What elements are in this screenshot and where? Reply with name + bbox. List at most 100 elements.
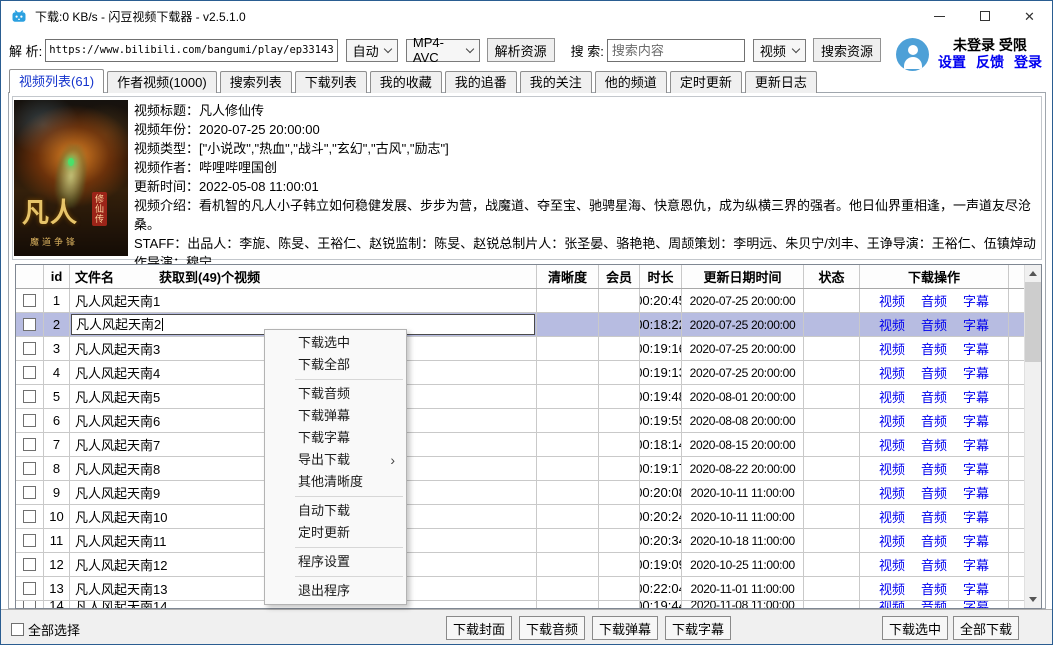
download-subtitle-link[interactable]: 字幕 bbox=[963, 555, 989, 574]
minimize-button[interactable] bbox=[917, 1, 962, 31]
table-row[interactable]: 11 凡人风起天南11 00:20:34 2020-10-18 11:00:00… bbox=[16, 529, 1041, 553]
context-menu-item[interactable]: 自动下载 bbox=[265, 500, 406, 522]
search-resource-button[interactable]: 搜索资源 bbox=[813, 38, 881, 62]
scroll-down-button[interactable] bbox=[1025, 591, 1041, 608]
download-video-link[interactable]: 视频 bbox=[879, 601, 905, 609]
table-row[interactable]: 3 凡人风起天南3 00:19:16 2020-07-25 20:00:00 视… bbox=[16, 337, 1041, 361]
row-checkbox[interactable] bbox=[23, 601, 36, 609]
row-checkbox[interactable] bbox=[23, 390, 36, 403]
download-audio-link[interactable]: 音频 bbox=[921, 555, 947, 574]
row-checkbox[interactable] bbox=[23, 510, 36, 523]
table-row[interactable]: 12 凡人风起天南12 00:19:09 2020-10-25 11:00:00… bbox=[16, 553, 1041, 577]
download-subtitle-link[interactable]: 字幕 bbox=[963, 483, 989, 502]
table-row[interactable]: 2 凡人风起天南2 00:18:22 2020-07-25 20:00:00 视… bbox=[16, 313, 1041, 337]
download-subtitle-link[interactable]: 字幕 bbox=[963, 315, 989, 334]
tab[interactable]: 作者视频(1000) bbox=[107, 71, 217, 93]
download-video-link[interactable]: 视频 bbox=[879, 435, 905, 454]
download-audio-link[interactable]: 音频 bbox=[921, 339, 947, 358]
download-subtitle-link[interactable]: 字幕 bbox=[963, 507, 989, 526]
download-subtitle-link[interactable]: 字幕 bbox=[963, 435, 989, 454]
row-checkbox[interactable] bbox=[23, 318, 36, 331]
download-all-button[interactable]: 全部下载 bbox=[953, 616, 1019, 640]
row-checkbox[interactable] bbox=[23, 414, 36, 427]
close-button[interactable]: ✕ bbox=[1007, 1, 1052, 31]
table-row[interactable]: 13 凡人风起天南13 00:22:04 2020-11-01 11:00:00… bbox=[16, 577, 1041, 601]
download-video-link[interactable]: 视频 bbox=[879, 387, 905, 406]
tab[interactable]: 更新日志 bbox=[745, 71, 817, 93]
context-menu-item[interactable]: 定时更新 bbox=[265, 522, 406, 544]
download-subtitle-button[interactable]: 下载字幕 bbox=[665, 616, 731, 640]
parse-resource-button[interactable]: 解析资源 bbox=[487, 38, 555, 62]
download-audio-link[interactable]: 音频 bbox=[921, 291, 947, 310]
context-menu-item[interactable]: 下载弹幕 bbox=[265, 405, 406, 427]
download-audio-link[interactable]: 音频 bbox=[921, 315, 947, 334]
download-audio-button[interactable]: 下载音频 bbox=[519, 616, 585, 640]
select-all-control[interactable]: 全部选择 bbox=[11, 620, 80, 639]
download-audio-link[interactable]: 音频 bbox=[921, 507, 947, 526]
table-row[interactable]: 7 凡人风起天南7 00:18:14 2020-08-15 20:00:00 视… bbox=[16, 433, 1041, 457]
download-subtitle-link[interactable]: 字幕 bbox=[963, 291, 989, 310]
parse-url-input[interactable] bbox=[45, 39, 337, 62]
row-checkbox[interactable] bbox=[23, 366, 36, 379]
tab[interactable]: 视频列表(61) bbox=[9, 69, 104, 93]
vertical-scrollbar[interactable] bbox=[1024, 265, 1041, 608]
download-subtitle-link[interactable]: 字幕 bbox=[963, 531, 989, 550]
row-checkbox[interactable] bbox=[23, 558, 36, 571]
download-audio-link[interactable]: 音频 bbox=[921, 459, 947, 478]
download-video-link[interactable]: 视频 bbox=[879, 555, 905, 574]
table-row[interactable]: 9 凡人风起天南9 00:20:08 2020-10-11 11:00:00 视… bbox=[16, 481, 1041, 505]
row-checkbox[interactable] bbox=[23, 294, 36, 307]
context-menu-item[interactable]: 程序设置 bbox=[265, 551, 406, 573]
download-selected-button[interactable]: 下载选中 bbox=[882, 616, 948, 640]
row-checkbox[interactable] bbox=[23, 534, 36, 547]
context-menu-item[interactable]: 下载音频 bbox=[265, 383, 406, 405]
search-input[interactable] bbox=[607, 39, 745, 62]
context-menu-item[interactable]: 退出程序 bbox=[265, 580, 406, 602]
login-link[interactable]: 登录 bbox=[1014, 54, 1042, 71]
table-row[interactable]: 4 凡人风起天南4 00:19:13 2020-07-25 20:00:00 视… bbox=[16, 361, 1041, 385]
download-video-link[interactable]: 视频 bbox=[879, 579, 905, 598]
download-audio-link[interactable]: 音频 bbox=[921, 531, 947, 550]
row-checkbox[interactable] bbox=[23, 438, 36, 451]
context-menu-item[interactable]: 其他清晰度 bbox=[265, 471, 406, 493]
download-video-link[interactable]: 视频 bbox=[879, 483, 905, 502]
download-audio-link[interactable]: 音频 bbox=[921, 601, 947, 609]
tab[interactable]: 搜索列表 bbox=[220, 71, 292, 93]
select-all-checkbox[interactable] bbox=[11, 623, 24, 636]
row-checkbox[interactable] bbox=[23, 462, 36, 475]
row-checkbox[interactable] bbox=[23, 486, 36, 499]
download-danmaku-button[interactable]: 下载弹幕 bbox=[592, 616, 658, 640]
search-type-select[interactable]: 视频 bbox=[753, 39, 806, 62]
scrollbar-thumb[interactable] bbox=[1025, 282, 1041, 362]
download-subtitle-link[interactable]: 字幕 bbox=[963, 579, 989, 598]
format-select[interactable]: MP4-AVC bbox=[406, 39, 480, 62]
tab[interactable]: 我的关注 bbox=[520, 71, 592, 93]
feedback-link[interactable]: 反馈 bbox=[976, 54, 1004, 71]
download-audio-link[interactable]: 音频 bbox=[921, 363, 947, 382]
scroll-up-button[interactable] bbox=[1025, 265, 1041, 282]
context-menu-item[interactable]: 下载全部 bbox=[265, 354, 406, 376]
row-checkbox[interactable] bbox=[23, 582, 36, 595]
parse-mode-select[interactable]: 自动 bbox=[346, 39, 398, 62]
tab[interactable]: 我的追番 bbox=[445, 71, 517, 93]
tab[interactable]: 定时更新 bbox=[670, 71, 742, 93]
download-audio-link[interactable]: 音频 bbox=[921, 579, 947, 598]
table-row[interactable]: 8 凡人风起天南8 00:19:17 2020-08-22 20:00:00 视… bbox=[16, 457, 1041, 481]
download-video-link[interactable]: 视频 bbox=[879, 507, 905, 526]
settings-link[interactable]: 设置 bbox=[938, 54, 966, 71]
download-video-link[interactable]: 视频 bbox=[879, 531, 905, 550]
download-audio-link[interactable]: 音频 bbox=[921, 387, 947, 406]
download-audio-link[interactable]: 音频 bbox=[921, 411, 947, 430]
download-video-link[interactable]: 视频 bbox=[879, 291, 905, 310]
download-subtitle-link[interactable]: 字幕 bbox=[963, 411, 989, 430]
table-row[interactable]: 14 凡人风起天南14 00:19:44 2020-11-08 11:00:00… bbox=[16, 601, 1041, 609]
context-menu-item[interactable]: 导出下载 › bbox=[265, 449, 406, 471]
row-checkbox[interactable] bbox=[23, 342, 36, 355]
download-subtitle-link[interactable]: 字幕 bbox=[963, 363, 989, 382]
download-subtitle-link[interactable]: 字幕 bbox=[963, 339, 989, 358]
maximize-button[interactable] bbox=[962, 1, 1007, 31]
table-row[interactable]: 1 凡人风起天南1 00:20:45 2020-07-25 20:00:00 视… bbox=[16, 289, 1041, 313]
tab[interactable]: 下载列表 bbox=[295, 71, 367, 93]
table-row[interactable]: 10 凡人风起天南10 00:20:24 2020-10-11 11:00:00… bbox=[16, 505, 1041, 529]
user-avatar-icon[interactable] bbox=[896, 38, 929, 71]
